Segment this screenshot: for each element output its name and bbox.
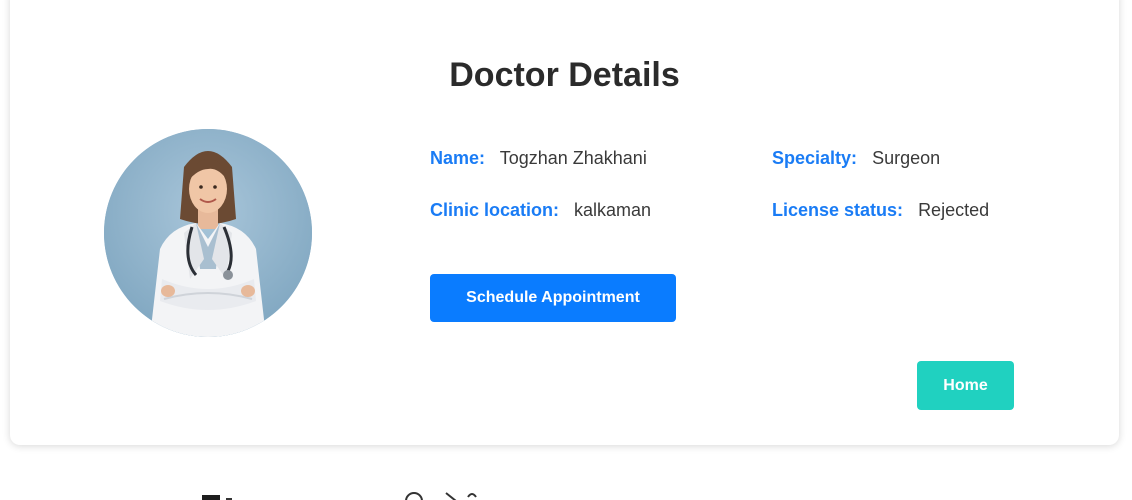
doctor-details-card: Doctor Details Name: Togzhan Zhakhani Sp… [10,0,1119,445]
cut-off-icons [202,492,477,500]
specialty-label: Specialty: [772,148,858,168]
name-value: Togzhan Zhakhani [499,148,647,168]
doctor-portrait-icon [104,129,312,337]
doctor-avatar [104,129,312,337]
specialty-field: Specialty: Surgeon [772,148,940,169]
schedule-appointment-button[interactable]: Schedule Appointment [430,274,676,322]
partially-visible-content [0,488,1132,500]
page-title: Doctor Details [449,56,680,94]
license-status-label: License status: [772,200,904,220]
license-status-field: License status: Rejected [772,200,989,221]
specialty-value: Surgeon [872,148,941,168]
clinic-location-label: Clinic location: [430,200,560,220]
clinic-location-field: Clinic location: kalkaman [430,200,651,221]
name-label: Name: [430,148,486,168]
clinic-location-value: kalkaman [574,200,652,220]
name-field: Name: Togzhan Zhakhani [430,148,647,169]
home-button[interactable]: Home [917,361,1014,410]
license-status-value: Rejected [918,200,990,220]
